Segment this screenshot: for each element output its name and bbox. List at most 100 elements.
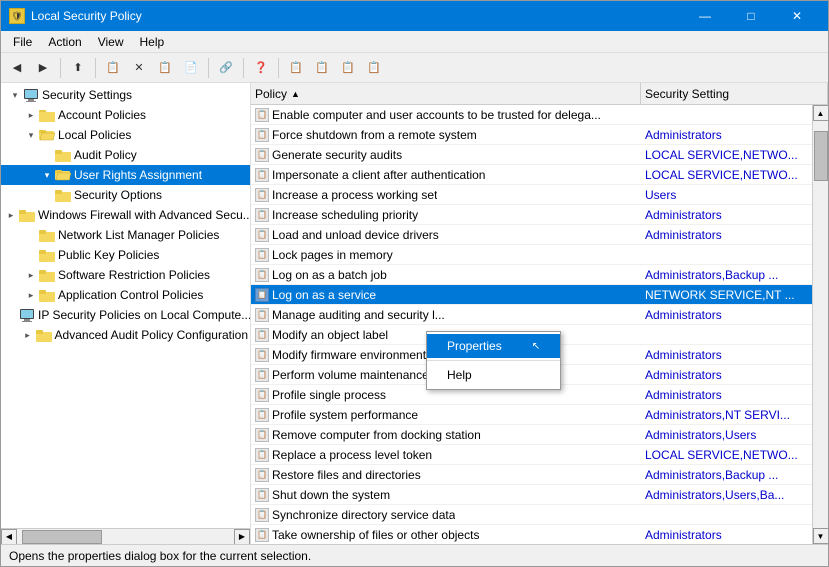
tree-item-advanced-audit[interactable]: ▸ Advanced Audit Policy Configuration [1,325,250,345]
tree-item-user-rights[interactable]: ▾ User Rights Assignment [1,165,250,185]
forward-button[interactable]: ▶ [31,56,55,80]
right-vert-scrollbar[interactable]: ▲ ▼ [812,105,828,544]
scroll-up-btn[interactable]: ▲ [813,105,829,121]
table-row[interactable]: 📋 Replace a process level token LOCAL SE… [251,445,812,465]
expand-public-key[interactable]: ▸ [23,247,39,263]
tree-item-software-restriction[interactable]: ▸ Software Restriction Policies [1,265,250,285]
left-scroll-right-btn[interactable]: ▶ [234,529,250,545]
expand-windows-firewall[interactable]: ▸ [3,207,19,223]
policy-cell: 📋 Shut down the system [251,488,641,502]
table-row-selected[interactable]: 📋 Log on as a service NETWORK SERVICE,NT… [251,285,812,305]
scroll-down-btn[interactable]: ▼ [813,528,829,544]
view2-button[interactable]: 📋 [310,56,334,80]
expand-app-control[interactable]: ▸ [23,287,39,303]
table-row[interactable]: 📋 Increase scheduling priority Administr… [251,205,812,225]
tree-item-account-policies[interactable]: ▸ Account Policies [1,105,250,125]
delete-button[interactable]: ✕ [127,56,151,80]
tree-item-audit-policy[interactable]: ▸ Audit Policy [1,145,250,165]
policy-cell: 📋 Increase a process working set [251,188,641,202]
expand-local-policies[interactable]: ▾ [23,127,39,143]
table-row[interactable]: 📋 Manage auditing and security l... Admi… [251,305,812,325]
policy-column-header[interactable]: Policy ▲ [251,83,641,104]
table-row[interactable]: 📋 Force shutdown from a remote system Ad… [251,125,812,145]
scroll-track[interactable] [813,121,829,528]
table-row[interactable]: 📋 Take ownership of files or other objec… [251,525,812,544]
tree-label-ip-security: IP Security Policies on Local Compute... [38,308,250,322]
table-row[interactable]: 📋 Enable computer and user accounts to b… [251,105,812,125]
expand-ip-security[interactable]: ▸ [3,307,19,323]
view3-button[interactable]: 📋 [336,56,360,80]
tree-item-security-settings[interactable]: ▾ Security Settings [1,85,250,105]
table-row[interactable]: 📋 Shut down the system Administrators,Us… [251,485,812,505]
setting-cell: Administrators [641,348,812,362]
table-row[interactable]: 📋 Log on as a batch job Administrators,B… [251,265,812,285]
setting-cell: LOCAL SERVICE,NETWO... [641,448,812,462]
expand-advanced-audit[interactable]: ▸ [20,327,36,343]
menu-file[interactable]: File [5,33,40,51]
policy-text: Profile system performance [272,408,418,422]
menu-help[interactable]: Help [132,33,173,51]
view-button[interactable]: 📋 [284,56,308,80]
new-button[interactable]: 📄 [179,56,203,80]
back-button[interactable]: ◀ [5,56,29,80]
up-button[interactable]: ⬆ [66,56,90,80]
close-button[interactable]: ✕ [774,1,820,31]
table-row[interactable]: 📋 Remove computer from docking station A… [251,425,812,445]
expand-software-restriction[interactable]: ▸ [23,267,39,283]
setting-cell: Users [641,188,812,202]
expand-audit-policy[interactable]: ▸ [39,147,55,163]
left-scroll-track[interactable] [17,529,234,545]
context-menu-properties[interactable]: Properties ↖ [427,334,560,358]
tree-item-windows-firewall[interactable]: ▸ Windows Firewall with Advanced Secu... [1,205,250,225]
expand-account-policies[interactable]: ▸ [23,107,39,123]
tree-view[interactable]: ▾ Security Settings ▸ [1,83,250,528]
policy-text: Log on as a batch job [272,268,387,282]
expand-security-settings[interactable]: ▾ [7,87,23,103]
show-hide-button[interactable]: 📋 [101,56,125,80]
tree-item-public-key[interactable]: ▸ Public Key Policies [1,245,250,265]
toolbar: ◀ ▶ ⬆ 📋 ✕ 📋 📄 🔗 ❓ 📋 📋 📋 📋 [1,53,828,83]
scroll-thumb[interactable] [814,131,828,181]
menu-action[interactable]: Action [40,33,89,51]
export-button[interactable]: 🔗 [214,56,238,80]
policy-cell: 📋 Load and unload device drivers [251,228,641,242]
minimize-button[interactable]: — [682,1,728,31]
tree-label-advanced-audit: Advanced Audit Policy Configuration [55,328,248,342]
view4-button[interactable]: 📋 [362,56,386,80]
tree-item-ip-security[interactable]: ▸ IP Security Policies on Local Compute.… [1,305,250,325]
policy-table[interactable]: 📋 Enable computer and user accounts to b… [251,105,812,544]
left-scroll-left-btn[interactable]: ◀ [1,529,17,545]
table-row[interactable]: 📋 Load and unload device drivers Adminis… [251,225,812,245]
expand-user-rights[interactable]: ▾ [39,167,55,183]
menu-view[interactable]: View [90,33,132,51]
help-button[interactable]: ❓ [249,56,273,80]
properties-button[interactable]: 📋 [153,56,177,80]
policy-icon: 📋 [255,488,269,502]
tree-label-local-policies: Local Policies [58,128,131,142]
setting-column-header[interactable]: Security Setting [641,83,828,104]
table-row[interactable]: 📋 Impersonate a client after authenticat… [251,165,812,185]
tree-item-local-policies[interactable]: ▾ Local Policies [1,125,250,145]
left-panel: ▾ Security Settings ▸ [1,83,251,544]
help-label: Help [447,368,472,382]
expand-network-list[interactable]: ▸ [23,227,39,243]
table-row[interactable]: 📋 Lock pages in memory [251,245,812,265]
table-row[interactable]: 📋 Synchronize directory service data [251,505,812,525]
left-scroll-thumb[interactable] [22,530,102,544]
left-horiz-scrollbar[interactable]: ◀ ▶ [1,528,250,544]
tree-label-security-settings: Security Settings [42,88,132,102]
table-row[interactable]: 📋 Profile system performance Administrat… [251,405,812,425]
tree-item-app-control[interactable]: ▸ Application Control Policies [1,285,250,305]
policy-text: Log on as a service [272,288,376,302]
expand-security-options[interactable]: ▸ [39,187,55,203]
table-row[interactable]: 📋 Increase a process working set Users [251,185,812,205]
context-menu-help[interactable]: Help [427,363,560,387]
right-panel: Policy ▲ Security Setting 📋 [251,83,828,544]
table-row[interactable]: 📋 Restore files and directories Administ… [251,465,812,485]
maximize-button[interactable]: □ [728,1,774,31]
tree-item-security-options[interactable]: ▸ Security Options [1,185,250,205]
tree-item-network-list[interactable]: ▸ Network List Manager Policies [1,225,250,245]
table-row[interactable]: 📋 Generate security audits LOCAL SERVICE… [251,145,812,165]
menu-bar: File Action View Help [1,31,828,53]
policy-text: Increase scheduling priority [272,208,418,222]
